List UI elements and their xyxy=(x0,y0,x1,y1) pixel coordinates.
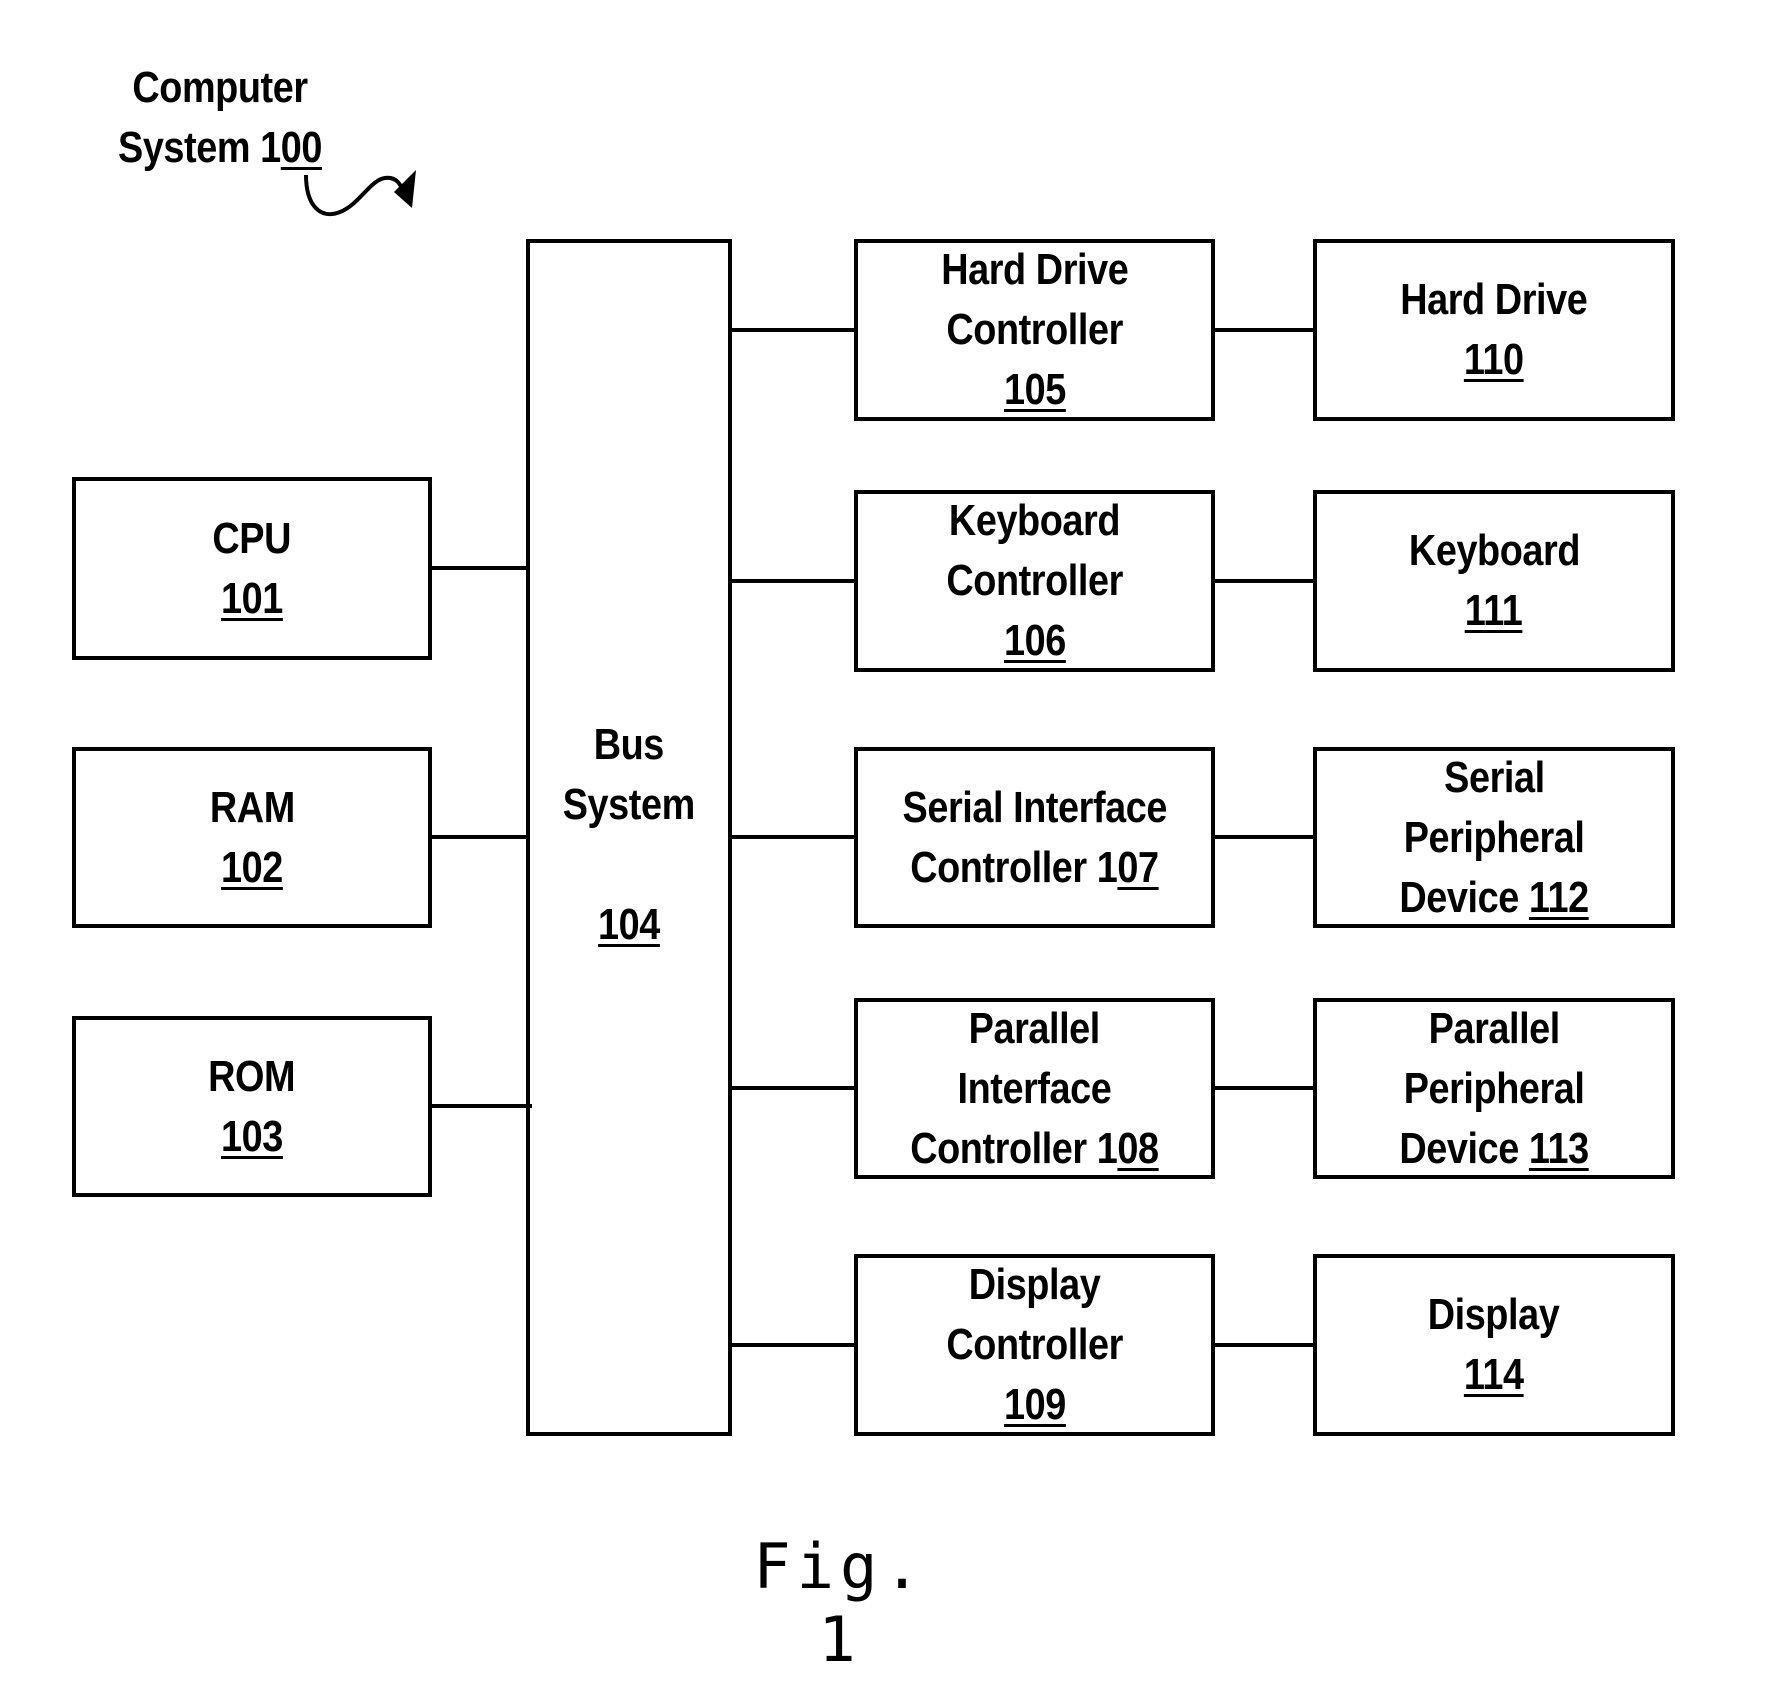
ppd-label-text: Device xyxy=(1399,1123,1529,1173)
pic-ref-number: 08 xyxy=(1117,1123,1159,1173)
bus-ref-number: 104 xyxy=(598,900,660,949)
bus-label-line-1: Bus xyxy=(593,720,665,769)
ram-ref-number: 102 xyxy=(221,842,283,892)
ppd-ref-number: 113 xyxy=(1528,1123,1589,1173)
spd-label-text: Device xyxy=(1399,872,1529,922)
cpu-label: CPU xyxy=(212,513,292,563)
kb-label: Keyboard xyxy=(1408,526,1580,575)
cpu-box: CPU 101 xyxy=(72,477,432,660)
dc-ref-number: 109 xyxy=(1003,1380,1066,1429)
bus-dc-connector xyxy=(731,1343,855,1347)
hard-drive-controller-box: Hard Drive Controller 105 xyxy=(854,239,1215,421)
serial-interface-controller-box: Serial Interface Controller 107 xyxy=(854,747,1215,928)
kbc-label-line-2: Controller xyxy=(946,556,1123,605)
hd-label: Hard Drive xyxy=(1400,275,1588,324)
sic-label-line-2: Controller 107 xyxy=(910,838,1159,898)
hd-ref-number: 110 xyxy=(1464,335,1524,384)
ram-bus-connector xyxy=(432,835,528,839)
rom-label: ROM xyxy=(208,1051,296,1101)
ppd-label-line-3: Device 113 xyxy=(1399,1119,1589,1179)
spd-label-line-1: Serial xyxy=(1443,752,1545,802)
rom-box: ROM 103 xyxy=(72,1016,432,1197)
ram-label: RAM xyxy=(209,782,295,832)
sic-ref-number: 07 xyxy=(1117,842,1159,892)
bus-kbc-connector xyxy=(731,579,855,583)
serial-peripheral-device-box: Serial Peripheral Device 112 xyxy=(1313,747,1675,928)
sic-label-text: Controller 1 xyxy=(910,842,1118,892)
title-line-1: Computer xyxy=(132,63,308,112)
hdc-ref-number: 105 xyxy=(1003,365,1066,414)
hdc-hd-connector xyxy=(1214,328,1314,332)
hdc-label-line-1: Hard Drive xyxy=(940,245,1129,294)
sic-spd-connector xyxy=(1214,835,1314,839)
spd-label-line-3: Device 112 xyxy=(1399,868,1589,928)
bus-system-box: Bus System 104 xyxy=(526,239,732,1436)
title-text: System 1 xyxy=(118,123,281,172)
parallel-interface-controller-box: Parallel Interface Controller 108 xyxy=(854,998,1215,1179)
kb-ref-number: 111 xyxy=(1465,586,1523,635)
spd-label-line-2: Peripheral xyxy=(1403,812,1585,862)
ppd-label-line-2: Peripheral xyxy=(1403,1063,1585,1113)
pic-ppd-connector xyxy=(1214,1086,1314,1090)
bus-label-line-2: System xyxy=(562,780,696,829)
figure-label: Fig. 1 xyxy=(753,1530,927,1676)
hard-drive-box: Hard Drive 110 xyxy=(1313,239,1675,421)
display-label: Display xyxy=(1428,1290,1560,1339)
kbc-label-line-1: Keyboard xyxy=(948,496,1121,545)
dc-display-connector xyxy=(1214,1343,1314,1347)
pic-label-line-3: Controller 108 xyxy=(910,1119,1159,1179)
hdc-label-line-2: Controller xyxy=(946,305,1123,354)
rom-bus-connector xyxy=(432,1104,532,1108)
pic-label-line-1: Parallel xyxy=(968,1003,1101,1053)
keyboard-controller-box: Keyboard Controller 106 xyxy=(854,490,1215,672)
parallel-peripheral-device-box: Parallel Peripheral Device 113 xyxy=(1313,998,1675,1179)
rom-ref-number: 103 xyxy=(221,1111,283,1161)
display-controller-box: Display Controller 109 xyxy=(854,1254,1215,1436)
bus-pic-connector xyxy=(731,1086,855,1090)
kbc-ref-number: 106 xyxy=(1003,616,1066,665)
ram-box: RAM 102 xyxy=(72,747,432,928)
pic-label-line-2: Interface xyxy=(957,1063,1112,1113)
display-ref-number: 114 xyxy=(1464,1350,1524,1399)
spd-ref-number: 112 xyxy=(1528,872,1589,922)
ppd-label-line-1: Parallel xyxy=(1428,1003,1560,1053)
bus-hdc-connector xyxy=(731,328,855,332)
dc-label-line-1: Display xyxy=(968,1260,1101,1309)
keyboard-box: Keyboard 111 xyxy=(1313,490,1675,672)
reference-arrow-icon xyxy=(304,170,416,217)
bus-sic-connector xyxy=(731,835,855,839)
kbc-kb-connector xyxy=(1214,579,1314,583)
dc-label-line-2: Controller xyxy=(946,1320,1123,1369)
cpu-bus-connector xyxy=(432,566,528,570)
display-box: Display 114 xyxy=(1313,1254,1675,1436)
sic-label-line-1: Serial Interface xyxy=(902,782,1167,832)
pic-label-text: Controller 1 xyxy=(910,1123,1118,1173)
cpu-ref-number: 101 xyxy=(221,573,283,623)
